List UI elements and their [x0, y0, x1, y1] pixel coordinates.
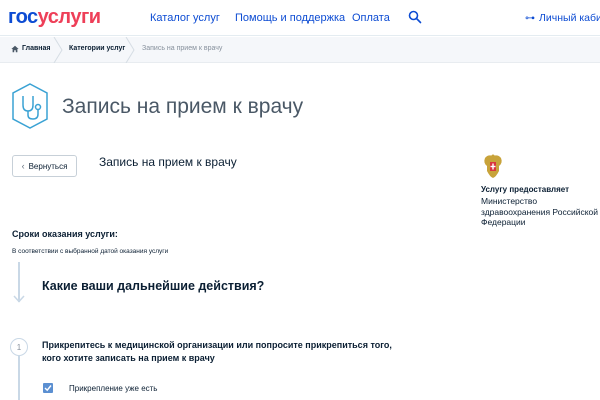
personal-account-label: Личный кабин	[539, 12, 600, 24]
personal-account-link[interactable]: ⊶ Личный кабин	[525, 12, 600, 24]
terms-title: Сроки оказания услуги:	[12, 229, 118, 239]
coat-of-arms-icon	[484, 154, 502, 178]
breadcrumb-current: Запись на прием к врачу	[142, 45, 223, 52]
attachment-exists-checkbox[interactable]	[43, 383, 53, 393]
terms-text: В соответствии с выбранной датой оказани…	[12, 248, 169, 255]
nav-payment-link[interactable]: Оплата	[352, 12, 390, 24]
logo-part-uslugi: услуги	[37, 6, 101, 28]
checkmark-icon	[44, 385, 52, 392]
provider-label: Услугу предоставляет	[481, 185, 570, 194]
service-subtitle: Запись на прием к врачу	[99, 155, 237, 169]
back-button-label: Вернуться	[28, 161, 68, 171]
back-button[interactable]: ‹ Вернуться	[12, 155, 77, 177]
nav-help-link[interactable]: Помощь и поддержка	[235, 12, 345, 24]
nav-catalog-link[interactable]: Каталог услуг	[150, 12, 220, 24]
next-actions-heading: Какие ваши дальнейшие действия?	[42, 279, 265, 293]
home-icon[interactable]	[11, 45, 19, 53]
arrow-down-icon	[13, 295, 25, 303]
step-number-badge: 1	[10, 338, 28, 356]
attachment-exists-label[interactable]: Прикрепление уже есть	[69, 384, 157, 393]
step-connector-line	[18, 356, 20, 400]
provider-name: Министерство здравоохранения Российской …	[481, 196, 598, 227]
top-header: госуслуги Каталог услуг Помощь и поддерж…	[0, 0, 600, 36]
chevron-left-icon: ‹	[21, 161, 25, 171]
breadcrumb-separator	[53, 37, 63, 63]
step-instruction: Прикрепитесь к медицинской организации и…	[42, 340, 392, 363]
gosuslugi-logo[interactable]: госуслуги	[8, 6, 101, 29]
search-icon[interactable]	[408, 10, 422, 24]
breadcrumb-categories[interactable]: Категории услуг	[69, 45, 125, 52]
page-title: Запись на прием к врачу	[62, 95, 304, 118]
breadcrumb-home[interactable]: Главная	[22, 45, 50, 52]
breadcrumb-separator	[125, 37, 135, 63]
stethoscope-icon	[12, 83, 48, 129]
breadcrumb: Главная Категории услуг Запись на прием …	[0, 37, 600, 63]
key-icon: ⊶	[525, 13, 535, 24]
logo-part-gos: гос	[8, 6, 38, 28]
